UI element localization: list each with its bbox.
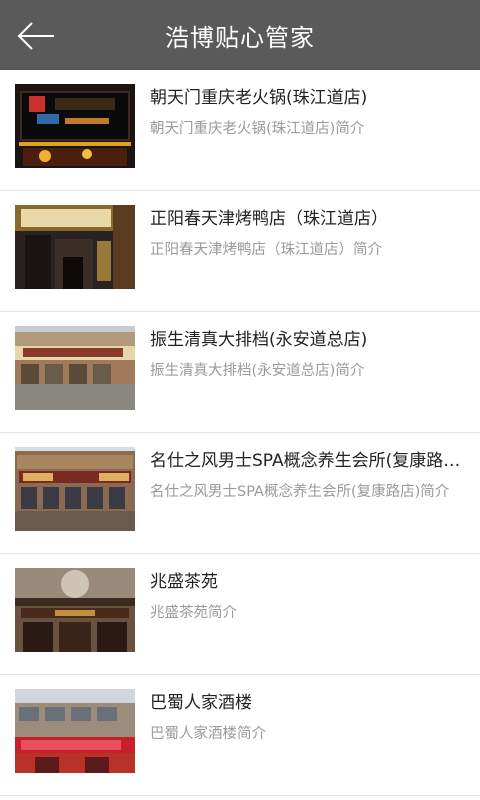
store-intro: 正阳春天津烤鸭店（珠江道店）简介 (150, 242, 382, 258)
store-intro: 朝天门重庆老火锅(珠江道店)简介 (150, 121, 365, 137)
store-name: 振生清真大排档(永安道总店) (150, 330, 368, 350)
store-photo (15, 568, 135, 652)
merchant-list: 朝天门重庆老火锅(珠江道店) 朝天门重庆老火锅(珠江道店)简介 正阳春天津烤鸭店… (0, 70, 480, 796)
store-photo (15, 447, 135, 531)
store-intro: 巴蜀人家酒楼简介 (150, 726, 266, 742)
arrow-left-icon (17, 22, 54, 50)
store-name: 名仕之风男士SPA概念养生会所(复康路店) (150, 451, 464, 471)
list-item[interactable]: 振生清真大排档(永安道总店) 振生清真大排档(永安道总店)简介 (0, 312, 480, 433)
list-item[interactable]: 正阳春天津烤鸭店（珠江道店） 正阳春天津烤鸭店（珠江道店）简介 (0, 191, 480, 312)
store-photo (15, 689, 135, 773)
list-item[interactable]: 名仕之风男士SPA概念养生会所(复康路店) 名仕之风男士SPA概念养生会所(复康… (0, 433, 480, 554)
store-name: 兆盛茶苑 (150, 572, 218, 592)
list-item[interactable]: 巴蜀人家酒楼 巴蜀人家酒楼简介 (0, 675, 480, 796)
list-item[interactable]: 朝天门重庆老火锅(珠江道店) 朝天门重庆老火锅(珠江道店)简介 (0, 70, 480, 191)
app-header: 浩博贴心管家 (0, 0, 480, 70)
page-title: 浩博贴心管家 (165, 23, 315, 52)
store-intro: 名仕之风男士SPA概念养生会所(复康路店)简介 (150, 484, 450, 500)
store-photo (15, 326, 135, 410)
back-button[interactable] (16, 18, 56, 54)
store-name: 正阳春天津烤鸭店（珠江道店） (150, 209, 388, 229)
store-intro: 兆盛茶苑简介 (150, 605, 237, 621)
store-photo (15, 205, 135, 289)
store-name: 朝天门重庆老火锅(珠江道店) (150, 88, 368, 108)
store-intro: 振生清真大排档(永安道总店)简介 (150, 363, 365, 379)
store-photo (15, 84, 135, 168)
list-item[interactable]: 兆盛茶苑 兆盛茶苑简介 (0, 554, 480, 675)
store-name: 巴蜀人家酒楼 (150, 693, 252, 713)
